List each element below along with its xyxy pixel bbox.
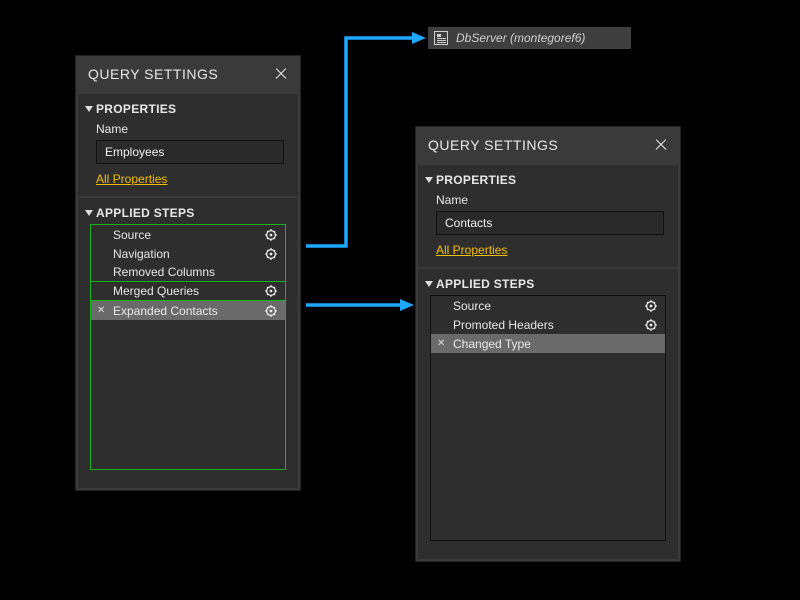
properties-heading-label: PROPERTIES xyxy=(436,173,516,187)
panel-title: QUERY SETTINGS xyxy=(428,137,558,153)
step-item[interactable]: Expanded Contacts xyxy=(91,301,285,320)
step-item[interactable]: Changed Type xyxy=(431,334,665,353)
query-name-input[interactable]: Employees xyxy=(96,140,284,164)
applied-steps-heading-label: APPLIED STEPS xyxy=(96,206,195,220)
properties-heading[interactable]: PROPERTIES xyxy=(418,173,678,191)
arrow-to-right-panel xyxy=(300,295,420,315)
query-name-input[interactable]: Contacts xyxy=(436,211,664,235)
applied-steps-section: APPLIED STEPS Source Navigation Removed … xyxy=(78,198,298,488)
data-source-label: DbServer (montegoref6) xyxy=(456,31,585,45)
applied-steps-heading[interactable]: APPLIED STEPS xyxy=(418,277,678,295)
step-label: Source xyxy=(453,299,639,313)
step-label: Promoted Headers xyxy=(453,318,639,332)
chevron-down-icon xyxy=(85,106,93,112)
data-source-chip[interactable]: DbServer (montegoref6) xyxy=(428,27,631,49)
chevron-down-icon xyxy=(425,177,433,183)
step-label: Source xyxy=(113,228,259,242)
step-item[interactable]: Merged Queries xyxy=(91,282,285,301)
step-label: Removed Columns xyxy=(113,265,277,279)
gear-icon[interactable] xyxy=(265,305,277,317)
panel-title-row: QUERY SETTINGS xyxy=(416,127,680,165)
properties-section: PROPERTIES Name Contacts All Properties xyxy=(418,165,678,267)
database-icon xyxy=(434,31,448,45)
panel-title: QUERY SETTINGS xyxy=(88,66,218,82)
step-item[interactable]: Removed Columns xyxy=(91,263,285,282)
close-icon[interactable] xyxy=(274,67,288,81)
gear-icon[interactable] xyxy=(265,248,277,260)
applied-steps-list: Source Promoted Headers Changed Type xyxy=(430,295,666,541)
applied-steps-section: APPLIED STEPS Source Promoted Headers Ch… xyxy=(418,269,678,559)
name-label: Name xyxy=(78,120,298,140)
applied-steps-heading-label: APPLIED STEPS xyxy=(436,277,535,291)
step-item[interactable]: Source xyxy=(431,296,665,315)
gear-icon[interactable] xyxy=(645,300,657,312)
gear-icon[interactable] xyxy=(645,319,657,331)
chevron-down-icon xyxy=(85,210,93,216)
step-item[interactable]: Promoted Headers xyxy=(431,315,665,334)
step-label: Merged Queries xyxy=(113,284,259,298)
properties-heading[interactable]: PROPERTIES xyxy=(78,102,298,120)
step-label: Changed Type xyxy=(453,337,657,351)
query-settings-panel-right: QUERY SETTINGS PROPERTIES Name Contacts … xyxy=(415,126,681,562)
step-label: Expanded Contacts xyxy=(113,304,259,318)
gear-icon[interactable] xyxy=(265,285,277,297)
close-icon[interactable] xyxy=(654,138,668,152)
properties-section: PROPERTIES Name Employees All Properties xyxy=(78,94,298,196)
query-settings-panel-left: QUERY SETTINGS PROPERTIES Name Employees… xyxy=(75,55,301,491)
gear-icon[interactable] xyxy=(265,229,277,241)
all-properties-link[interactable]: All Properties xyxy=(96,172,167,186)
step-item[interactable]: Navigation xyxy=(91,244,285,263)
step-item[interactable]: Source xyxy=(91,225,285,244)
applied-steps-list: Source Navigation Removed Columns Merged… xyxy=(90,224,286,470)
chevron-down-icon xyxy=(425,281,433,287)
properties-heading-label: PROPERTIES xyxy=(96,102,176,116)
applied-steps-heading[interactable]: APPLIED STEPS xyxy=(78,206,298,224)
all-properties-link[interactable]: All Properties xyxy=(436,243,507,257)
name-label: Name xyxy=(418,191,678,211)
step-label: Navigation xyxy=(113,247,259,261)
panel-title-row: QUERY SETTINGS xyxy=(76,56,300,94)
